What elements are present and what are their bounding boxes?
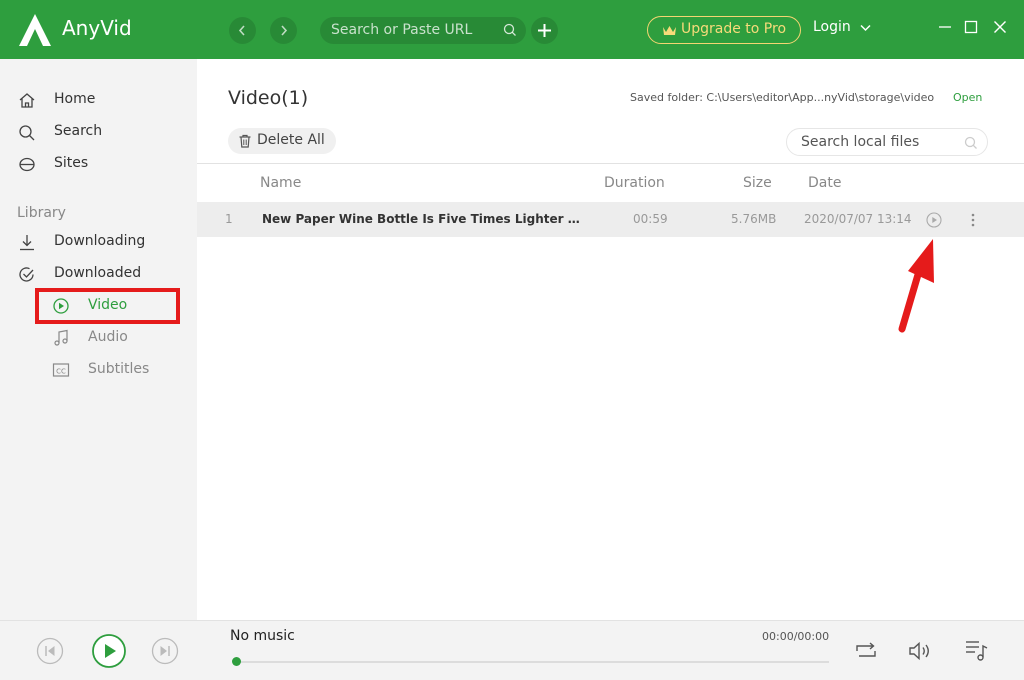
- repeat-icon[interactable]: [854, 640, 878, 662]
- minimize-icon[interactable]: [938, 20, 952, 34]
- forward-button[interactable]: [270, 17, 297, 44]
- table-row[interactable]: 1 New Paper Wine Bottle Is Five Times Li…: [197, 202, 1024, 237]
- chevron-left-icon: [238, 25, 245, 36]
- delete-all-button[interactable]: Delete All: [228, 128, 336, 154]
- column-header-duration[interactable]: Duration: [604, 175, 665, 191]
- sidebar-item-label: Home: [54, 91, 96, 107]
- sidebar-item-subtitles[interactable]: CC Subtitles: [0, 356, 197, 384]
- sidebar-item-downloading[interactable]: Downloading: [0, 228, 197, 256]
- row-name[interactable]: New Paper Wine Bottle Is Five Times Ligh…: [262, 212, 580, 226]
- player-bar: No music 00:00/00:00: [0, 620, 1024, 680]
- progress-handle[interactable]: [232, 657, 241, 666]
- cc-icon: CC: [52, 363, 70, 377]
- chevron-right-icon: [281, 25, 288, 36]
- home-icon: [19, 93, 35, 108]
- open-folder-link[interactable]: Open: [953, 91, 982, 104]
- row-size: 5.76MB: [731, 212, 777, 226]
- toolbar-divider: [197, 163, 1024, 164]
- playback-time: 00:00/00:00: [762, 630, 830, 643]
- row-duration: 00:59: [633, 212, 668, 226]
- previous-track-icon[interactable]: [36, 637, 64, 665]
- now-playing-label: No music: [230, 628, 295, 644]
- title-bar: AnyVid Search or Paste URL Upgrade to Pr…: [0, 0, 1024, 59]
- globe-icon: [19, 157, 35, 172]
- add-url-button[interactable]: [531, 17, 558, 44]
- local-search-placeholder: Search local files: [801, 134, 920, 150]
- login-button[interactable]: Login: [813, 19, 851, 35]
- row-index: 1: [225, 212, 233, 226]
- progress-bar[interactable]: [236, 661, 829, 663]
- local-search-input[interactable]: Search local files: [786, 128, 988, 156]
- upgrade-label: Upgrade to Pro: [681, 21, 787, 37]
- url-search-input[interactable]: Search or Paste URL: [320, 17, 526, 44]
- play-icon[interactable]: [925, 211, 943, 229]
- search-icon[interactable]: [964, 136, 978, 150]
- sidebar: Home Search Sites Library Downloading Do…: [0, 59, 197, 620]
- volume-icon[interactable]: [908, 640, 934, 662]
- download-icon: [20, 235, 34, 251]
- maximize-icon[interactable]: [964, 20, 978, 34]
- search-icon[interactable]: [503, 23, 517, 37]
- music-note-icon: [54, 329, 68, 346]
- chevron-down-icon[interactable]: [860, 24, 871, 32]
- close-icon[interactable]: [993, 20, 1007, 34]
- sidebar-item-home[interactable]: Home: [0, 86, 197, 114]
- saved-folder-path: Saved folder: C:\Users\editor\App...nyVi…: [630, 91, 935, 104]
- main-panel: Video(1) Saved folder: C:\Users\editor\A…: [197, 59, 1024, 620]
- url-search-placeholder: Search or Paste URL: [331, 22, 473, 38]
- svg-text:CC: CC: [56, 368, 66, 376]
- trash-icon: [239, 134, 251, 148]
- plus-icon: [538, 24, 551, 37]
- check-circle-icon: [19, 267, 34, 282]
- sidebar-item-label: Downloaded: [54, 265, 142, 281]
- red-arrow-annotation-icon: [898, 239, 934, 333]
- sidebar-item-downloaded[interactable]: Downloaded: [0, 260, 197, 288]
- upgrade-to-pro-button[interactable]: Upgrade to Pro: [647, 16, 801, 44]
- play-icon[interactable]: [91, 633, 127, 669]
- sidebar-item-search[interactable]: Search: [0, 118, 197, 146]
- sidebar-item-label: Downloading: [54, 233, 146, 249]
- column-header-size[interactable]: Size: [743, 175, 772, 191]
- page-title: Video(1): [228, 87, 309, 109]
- row-date: 2020/07/07 13:14: [804, 212, 912, 226]
- more-options-icon[interactable]: [969, 211, 977, 229]
- column-header-date[interactable]: Date: [808, 175, 841, 191]
- sidebar-item-label: Search: [54, 123, 103, 139]
- sidebar-item-label: Audio: [88, 329, 128, 345]
- search-icon: [19, 125, 35, 141]
- back-button[interactable]: [229, 17, 256, 44]
- column-header-name[interactable]: Name: [260, 175, 301, 191]
- crown-icon: [663, 26, 676, 35]
- anyvid-logo-icon: [19, 14, 51, 46]
- sidebar-item-label: Subtitles: [88, 361, 150, 377]
- highlight-box: [35, 288, 180, 324]
- sidebar-item-sites[interactable]: Sites: [0, 150, 197, 178]
- sidebar-item-label: Sites: [54, 155, 89, 171]
- app-name: AnyVid: [62, 16, 132, 40]
- delete-all-label: Delete All: [257, 132, 325, 148]
- next-track-icon[interactable]: [151, 637, 179, 665]
- library-section-label: Library: [17, 205, 66, 221]
- playlist-icon[interactable]: [965, 638, 989, 662]
- sidebar-item-audio[interactable]: Audio: [0, 324, 197, 352]
